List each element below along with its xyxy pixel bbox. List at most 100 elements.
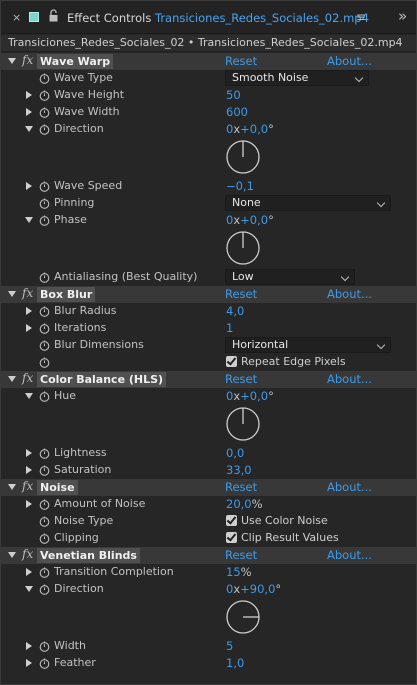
expand-toggle-icon[interactable] [26,182,32,190]
checkbox-label[interactable]: Repeat Edge Pixels [241,355,346,368]
panel-menu-icon[interactable]: ≡ [356,10,366,24]
effect-name[interactable]: Noise [37,480,78,495]
reset-link[interactable]: Reset [225,287,257,301]
expand-toggle-icon[interactable] [26,307,32,315]
width-value[interactable]: 5 [226,639,233,653]
stopwatch-icon[interactable] [39,107,50,118]
stopwatch-icon[interactable] [39,641,50,652]
hue-value[interactable]: 0x+0,0° [226,389,274,403]
wave-type-dropdown[interactable]: Smooth Noise [225,70,369,86]
fx-toggle-icon[interactable]: fx [22,547,33,561]
stopwatch-icon[interactable] [39,323,50,334]
expand-toggle-icon[interactable] [26,568,32,576]
collapse-toggle-icon[interactable] [25,126,33,132]
amount-of-noise-value[interactable]: 20,0% [226,497,263,511]
stopwatch-icon[interactable] [39,215,50,226]
stopwatch-icon[interactable] [39,272,50,283]
feather-value[interactable]: 1,0 [226,656,244,670]
expand-toggle-icon[interactable] [26,324,32,332]
expand-toggle-icon[interactable] [26,449,32,457]
collapse-toggle-icon[interactable] [25,217,33,223]
checkbox-label[interactable]: Clip Result Values [241,531,339,544]
reset-link[interactable]: Reset [225,480,257,494]
fx-toggle-icon[interactable]: fx [22,53,33,67]
effect-header-color-balance[interactable]: fx Color Balance (HLS) Reset About... [1,371,416,388]
wave-height-value[interactable]: 50 [226,88,241,102]
stopwatch-icon[interactable] [39,516,50,527]
effect-header-venetian-blinds[interactable]: fx Venetian Blinds Reset About... [1,547,416,564]
fx-toggle-icon[interactable]: fx [22,371,33,385]
blinds-direction-value[interactable]: 0x+90,0° [226,582,281,596]
close-tab-icon[interactable]: × [12,11,21,24]
blinds-direction-angle-dial[interactable] [225,599,261,635]
effect-name[interactable]: Color Balance (HLS) [37,372,167,387]
reset-link[interactable]: Reset [225,548,257,562]
lightness-value[interactable]: 0,0 [226,446,244,460]
stopwatch-icon[interactable] [39,90,50,101]
stopwatch-icon[interactable] [39,181,50,192]
stopwatch-icon[interactable] [39,567,50,578]
wave-width-value[interactable]: 600 [226,105,248,119]
about-link[interactable]: About... [327,54,372,68]
stopwatch-icon[interactable] [39,306,50,317]
stopwatch-icon[interactable] [39,533,50,544]
expand-toggle-icon[interactable] [26,659,32,667]
stopwatch-icon[interactable] [39,658,50,669]
expand-toggle-icon[interactable] [26,91,32,99]
clip-result-values-checkbox[interactable] [226,532,237,543]
blur-radius-value[interactable]: 4,0 [226,304,244,318]
stopwatch-icon[interactable] [39,124,50,135]
about-link[interactable]: About... [327,548,372,562]
panel-title[interactable]: Effect Controls Transiciones_Redes_Socia… [67,11,369,25]
expand-toggle-icon[interactable] [26,108,32,116]
collapse-toggle-icon[interactable] [8,552,16,558]
stopwatch-icon[interactable] [39,198,50,209]
blur-dimensions-dropdown[interactable]: Horizontal [225,337,391,353]
stopwatch-icon[interactable] [39,448,50,459]
expand-toggle-icon[interactable] [26,466,32,474]
pinning-dropdown[interactable]: None [225,195,391,211]
effect-name[interactable]: Venetian Blinds [37,548,140,563]
lock-icon[interactable] [49,9,58,22]
about-link[interactable]: About... [327,480,372,494]
stopwatch-icon[interactable] [39,391,50,402]
expand-toggle-icon[interactable] [26,642,32,650]
hue-angle-dial[interactable] [225,406,261,442]
stopwatch-icon[interactable] [39,499,50,510]
transition-completion-value[interactable]: 15% [226,565,252,579]
collapse-toggle-icon[interactable] [25,393,33,399]
stopwatch-icon[interactable] [39,465,50,476]
overflow-icon[interactable]: » [398,7,407,25]
collapse-toggle-icon[interactable] [8,376,16,382]
effect-name[interactable]: Wave Warp [37,54,114,69]
phase-angle-dial[interactable] [225,230,261,266]
antialiasing-dropdown[interactable]: Low [225,269,355,285]
collapse-toggle-icon[interactable] [25,586,33,592]
expand-toggle-icon[interactable] [26,500,32,508]
fx-toggle-icon[interactable]: fx [22,479,33,493]
collapse-toggle-icon[interactable] [8,58,16,64]
phase-value[interactable]: 0x+0,0° [226,213,274,227]
reset-link[interactable]: Reset [225,54,257,68]
effect-header-box-blur[interactable]: fx Box Blur Reset About... [1,286,416,303]
collapse-toggle-icon[interactable] [8,291,16,297]
effect-name[interactable]: Box Blur [37,287,96,302]
wave-speed-value[interactable]: −0,1 [226,179,254,193]
stopwatch-icon[interactable] [39,73,50,84]
reset-link[interactable]: Reset [225,372,257,386]
repeat-edge-checkbox[interactable] [226,356,237,367]
about-link[interactable]: About... [327,287,372,301]
effect-header-wave-warp[interactable]: fx Wave Warp Reset About... [1,53,416,70]
fx-toggle-icon[interactable]: fx [22,286,33,300]
collapse-toggle-icon[interactable] [8,484,16,490]
checkbox-label[interactable]: Use Color Noise [241,514,328,527]
stopwatch-icon[interactable] [39,340,50,351]
saturation-value[interactable]: 33,0 [226,463,252,477]
use-color-noise-checkbox[interactable] [226,515,237,526]
iterations-value[interactable]: 1 [226,321,233,335]
stopwatch-icon[interactable] [39,357,50,368]
effect-header-noise[interactable]: fx Noise Reset About... [1,479,416,496]
about-link[interactable]: About... [327,372,372,386]
direction-value[interactable]: 0x+0,0° [226,122,274,136]
stopwatch-icon[interactable] [39,584,50,595]
